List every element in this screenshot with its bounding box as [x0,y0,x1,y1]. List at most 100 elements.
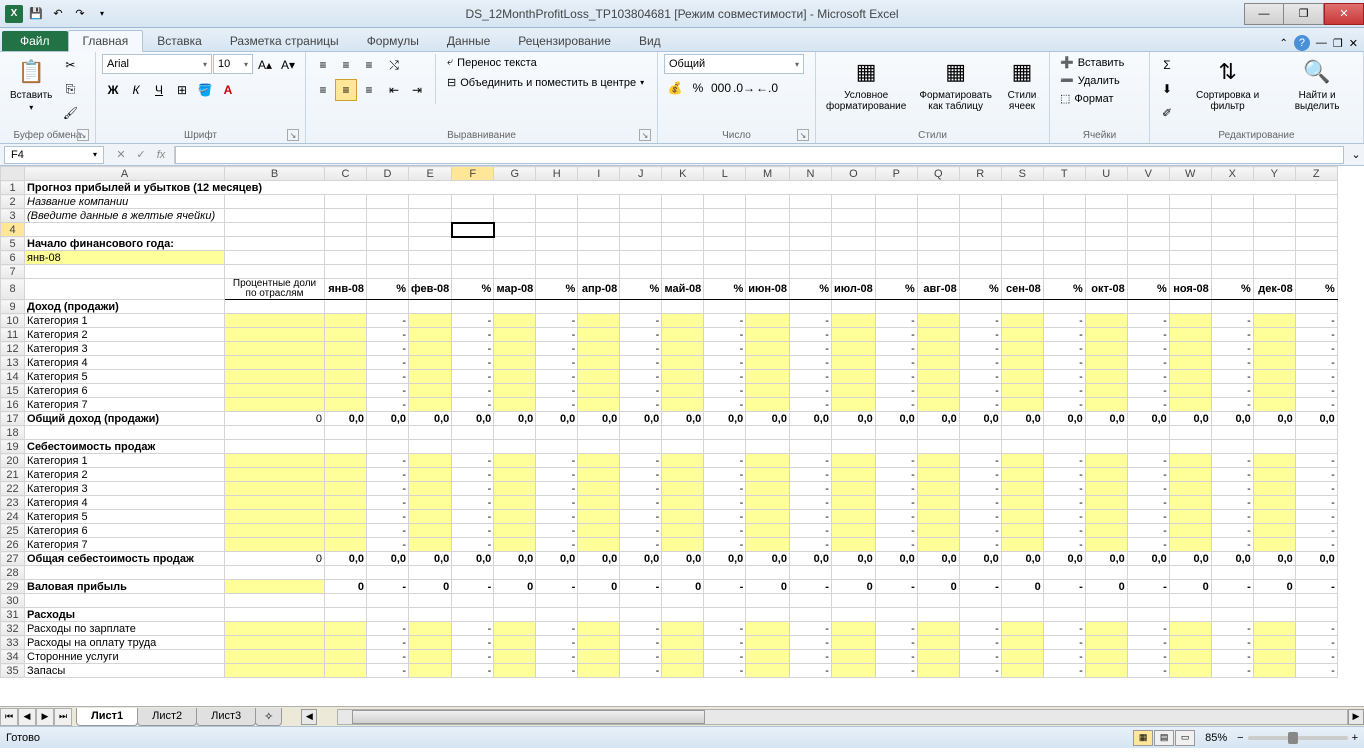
input-cell[interactable] [746,524,790,538]
row-header-3[interactable]: 3 [1,209,25,223]
cell[interactable] [225,566,325,580]
cell[interactable] [409,265,452,279]
pct-cell[interactable]: - [452,664,494,678]
cell[interactable] [662,251,704,265]
cell[interactable] [917,594,959,608]
pct-cell[interactable]: - [959,454,1001,468]
cell[interactable] [225,209,325,223]
pct-cell[interactable]: - [1211,370,1253,384]
month-header[interactable]: янв-08 [325,279,367,300]
cell[interactable] [1211,426,1253,440]
cell[interactable] [746,209,790,223]
pct-cell[interactable]: - [452,650,494,664]
input-cell[interactable] [409,510,452,524]
row-header-19[interactable]: 19 [1,440,25,454]
cancel-formula-button[interactable]: ✕ [112,146,130,164]
pct-cell[interactable]: - [1127,384,1169,398]
cell[interactable] [662,237,704,251]
cell[interactable] [831,594,875,608]
enter-formula-button[interactable]: ✓ [132,146,150,164]
cell[interactable] [367,608,409,622]
total-cell[interactable]: 0,0 [494,552,536,566]
sheet-nav-last[interactable]: ⏭ [54,708,72,726]
input-cell[interactable] [578,496,620,510]
cell[interactable] [409,608,452,622]
input-cell[interactable] [1001,664,1043,678]
pct-cell[interactable]: - [789,384,831,398]
pct-cell[interactable]: - [536,650,578,664]
pct-cell[interactable]: - [1211,398,1253,412]
gross-pct-cell[interactable]: - [367,580,409,594]
cell[interactable] [409,251,452,265]
pct-cell[interactable]: - [1043,496,1085,510]
pct-cell[interactable]: - [1127,664,1169,678]
cell[interactable] [367,209,409,223]
name-box[interactable]: F4▾ [4,146,104,164]
cell[interactable] [1295,426,1337,440]
cell[interactable] [1169,300,1211,314]
cell[interactable] [1127,195,1169,209]
cell-S4[interactable] [1001,223,1043,237]
cell[interactable] [1295,209,1337,223]
cell[interactable] [1085,237,1127,251]
cell[interactable] [578,265,620,279]
pct-cell[interactable]: - [959,664,1001,678]
input-cell[interactable] [494,650,536,664]
category-label[interactable]: Категория 4 [25,496,225,510]
cell[interactable] [1085,300,1127,314]
input-cell[interactable] [225,636,325,650]
cell-E4[interactable] [409,223,452,237]
pct-cell[interactable]: - [875,328,917,342]
fy-label-cell[interactable]: Начало финансового года: [25,237,225,251]
input-cell[interactable] [831,370,875,384]
pct-cell[interactable]: - [959,482,1001,496]
input-cell[interactable] [409,482,452,496]
pct-cell[interactable]: - [367,482,409,496]
input-cell[interactable] [325,328,367,342]
pct-cell[interactable]: - [875,468,917,482]
cell[interactable] [1169,209,1211,223]
cell[interactable] [1043,566,1085,580]
cell[interactable] [1211,440,1253,454]
cell[interactable] [704,608,746,622]
row-header-4[interactable]: 4 [1,223,25,237]
cell[interactable] [367,251,409,265]
input-cell[interactable] [578,370,620,384]
input-cell[interactable] [409,468,452,482]
percent-share-header[interactable]: Процентные долипо отраслям [225,279,325,300]
cell[interactable] [1043,440,1085,454]
input-cell[interactable] [225,496,325,510]
cell[interactable] [662,300,704,314]
cell[interactable] [1127,209,1169,223]
col-header-H[interactable]: H [536,167,578,181]
cell[interactable] [1127,251,1169,265]
input-cell[interactable] [746,496,790,510]
pct-cell[interactable]: - [875,482,917,496]
pct-cell[interactable]: - [875,384,917,398]
orientation-button[interactable]: ⤭ [383,54,405,76]
hscroll-thumb[interactable] [352,710,705,724]
input-cell[interactable] [1001,384,1043,398]
category-label[interactable]: Категория 6 [25,384,225,398]
input-cell[interactable] [325,636,367,650]
autosum-button[interactable]: Σ [1156,54,1178,76]
input-cell[interactable] [225,342,325,356]
hscroll-right[interactable]: ▶ [1348,709,1364,725]
input-cell[interactable] [662,496,704,510]
pct-cell[interactable]: - [1127,454,1169,468]
cell-P4[interactable] [875,223,917,237]
col-header-M[interactable]: M [746,167,790,181]
cell[interactable] [409,195,452,209]
category-label[interactable]: Категория 4 [25,356,225,370]
cell[interactable] [875,251,917,265]
row-header-34[interactable]: 34 [1,650,25,664]
input-cell[interactable] [1085,524,1127,538]
pct-cell[interactable]: - [704,510,746,524]
input-cell[interactable] [409,538,452,552]
pct-cell[interactable]: - [367,496,409,510]
input-cell[interactable] [1001,314,1043,328]
cell[interactable] [325,440,367,454]
category-label[interactable]: Категория 7 [25,538,225,552]
cell-L4[interactable] [704,223,746,237]
gross-pct-cell[interactable]: - [452,580,494,594]
